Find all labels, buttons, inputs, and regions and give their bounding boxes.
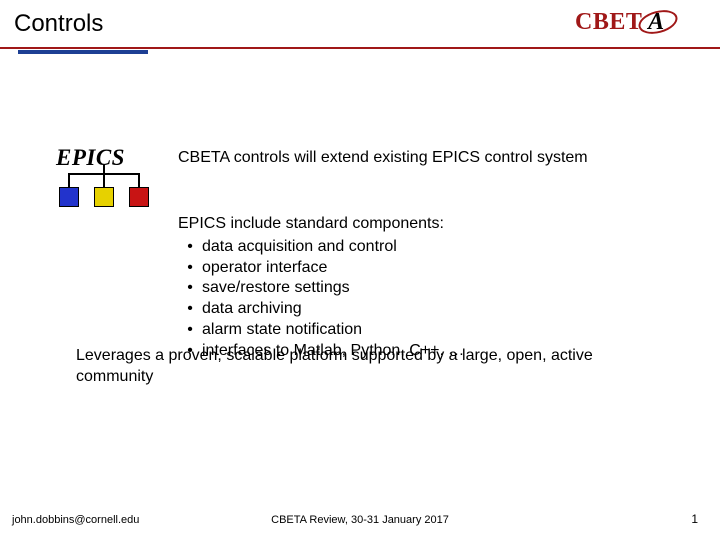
list-item: •alarm state notification <box>178 320 658 341</box>
bullet-icon: • <box>178 258 202 279</box>
logo-text: CBETA <box>575 9 670 36</box>
list-item-text: data acquisition and control <box>202 237 658 258</box>
list-item: •data acquisition and control <box>178 237 658 258</box>
cbeta-logo: CBETA <box>575 8 700 36</box>
header-rule-blue <box>18 50 148 54</box>
components-block: EPICS include standard components: •data… <box>178 214 658 362</box>
epics-diagram-icon <box>56 173 152 221</box>
epics-logo: EPICS <box>56 145 152 221</box>
footer: john.dobbins@cornell.edu CBETA Review, 3… <box>0 506 720 526</box>
bullet-icon: • <box>178 237 202 258</box>
header: Controls CBETA <box>0 0 720 48</box>
components-list: •data acquisition and control •operator … <box>178 237 658 362</box>
list-item-text: save/restore settings <box>202 278 658 299</box>
list-item: •data archiving <box>178 299 658 320</box>
list-item-text: operator interface <box>202 258 658 279</box>
list-item-text: alarm state notification <box>202 320 658 341</box>
components-heading: EPICS include standard components: <box>178 214 658 235</box>
epics-box-yellow-icon <box>94 187 114 207</box>
epics-box-red-icon <box>129 187 149 207</box>
bullet-icon: • <box>178 320 202 341</box>
intro-text: CBETA controls will extend existing EPIC… <box>178 148 628 168</box>
list-item: •operator interface <box>178 258 658 279</box>
header-rule-red <box>0 47 720 49</box>
list-item-text: data archiving <box>202 299 658 320</box>
logo-prefix: CBET <box>575 9 642 36</box>
slide: Controls CBETA EPICS CBETA controls will… <box>0 0 720 540</box>
bullet-icon: • <box>178 299 202 320</box>
page-number: 1 <box>691 512 698 526</box>
bullet-icon: • <box>178 278 202 299</box>
page-title: Controls <box>14 10 103 38</box>
epics-box-blue-icon <box>59 187 79 207</box>
leverage-text: Leverages a proven, scalable platform su… <box>76 346 656 388</box>
footer-center: CBETA Review, 30-31 January 2017 <box>0 514 720 526</box>
logo-a-orbit-icon: A <box>642 9 670 36</box>
logo-a-letter: A <box>648 9 665 35</box>
list-item: •save/restore settings <box>178 278 658 299</box>
